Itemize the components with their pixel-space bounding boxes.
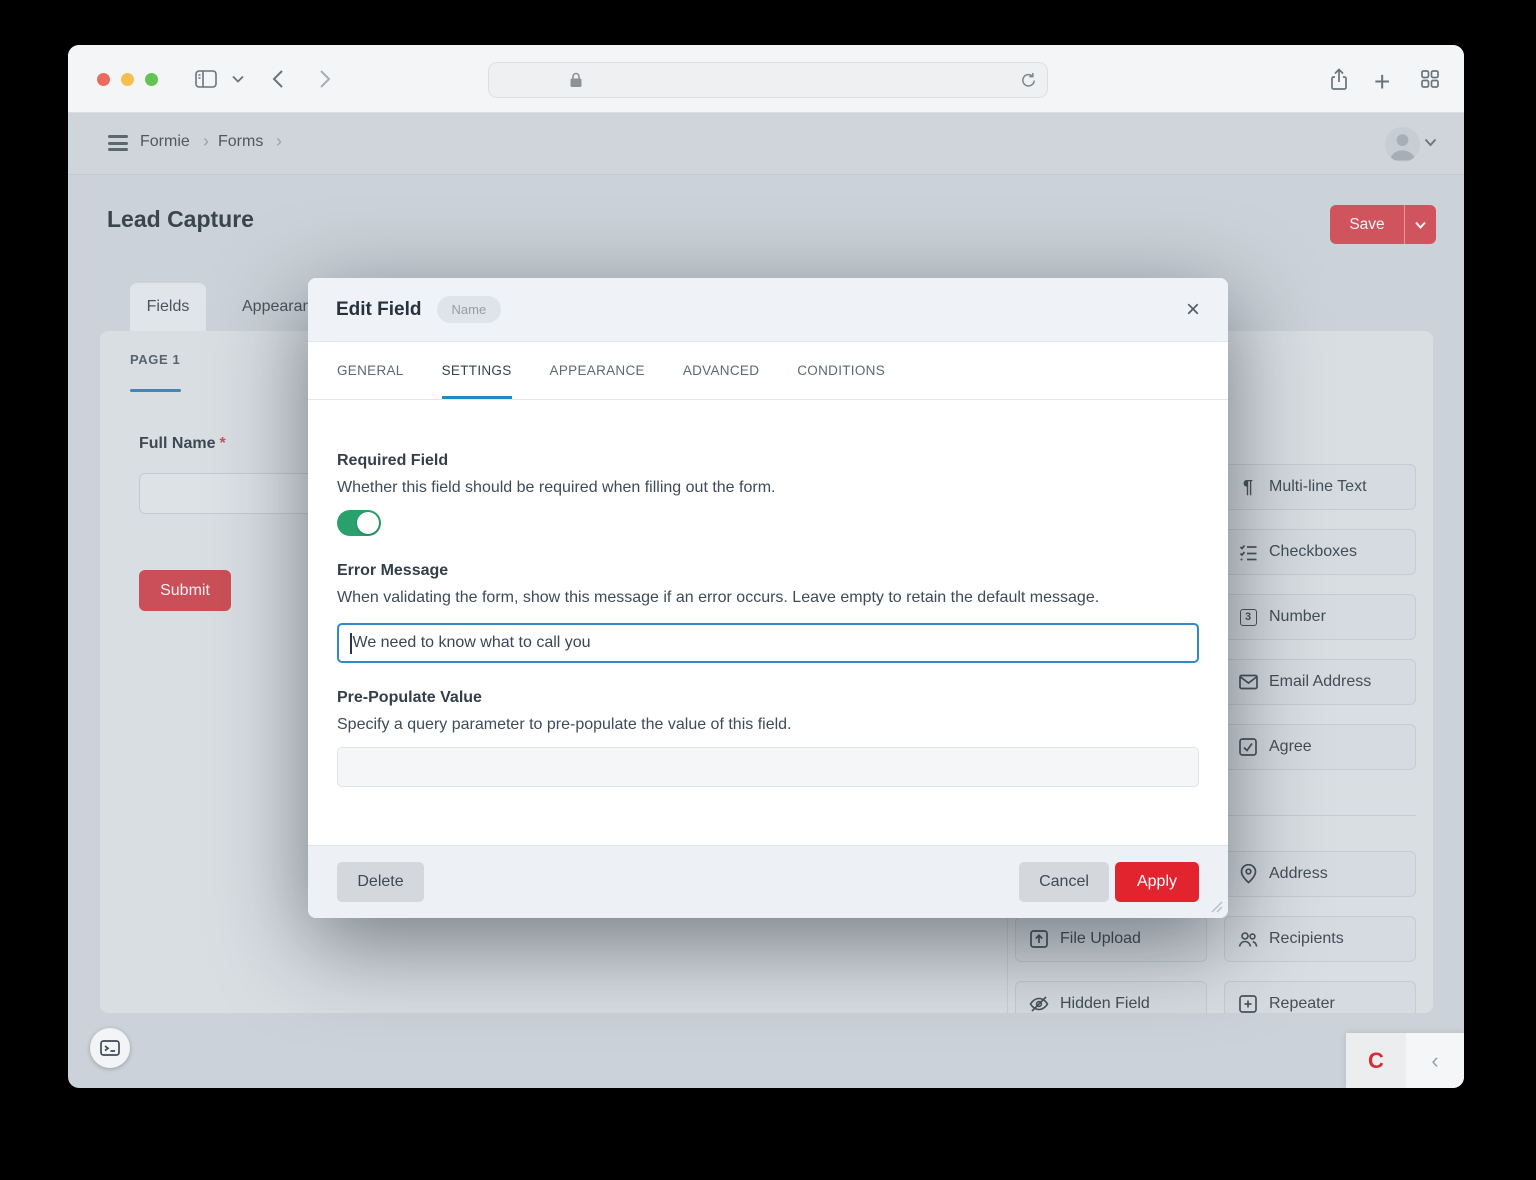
- breadcrumb-chevron-icon: ›: [203, 131, 209, 152]
- avatar[interactable]: [1385, 127, 1420, 162]
- craft-support-widget: C ‹: [1346, 1033, 1464, 1088]
- text-caret: [350, 633, 352, 654]
- map-pin-icon: [1238, 864, 1258, 884]
- palette-item-email-address[interactable]: Email Address: [1224, 659, 1416, 705]
- delete-button[interactable]: Delete: [337, 862, 424, 902]
- tab-overview-icon[interactable]: [1420, 69, 1440, 89]
- modal-tab-advanced[interactable]: ADVANCED: [683, 342, 759, 399]
- save-button[interactable]: Save: [1330, 205, 1405, 244]
- modal-tab-conditions[interactable]: CONDITIONS: [797, 342, 885, 399]
- required-field-toggle[interactable]: [337, 510, 381, 536]
- error-message-value: We need to know what to call you: [353, 634, 591, 652]
- tab-fields[interactable]: Fields: [130, 283, 206, 331]
- chevron-left-icon[interactable]: ‹: [1406, 1033, 1464, 1088]
- modal-body: Required Field Whether this field should…: [308, 400, 1228, 787]
- palette-item-address[interactable]: Address: [1224, 851, 1416, 897]
- save-menu-button[interactable]: [1405, 205, 1436, 244]
- modal-tab-bar: GENERAL SETTINGS APPEARANCE ADVANCED CON…: [308, 342, 1228, 400]
- traffic-light-zoom[interactable]: [145, 73, 158, 86]
- palette-item-hidden-field[interactable]: Hidden Field: [1015, 981, 1207, 1013]
- palette-item-repeater[interactable]: Repeater: [1224, 981, 1416, 1013]
- sidebar-toggle-icon[interactable]: [194, 68, 218, 90]
- required-field-description: Whether this field should be required wh…: [337, 475, 1199, 500]
- prepopulate-label: Pre-Populate Value: [337, 689, 1199, 707]
- modal-footer: Delete Cancel Apply: [308, 845, 1228, 918]
- error-message-label: Error Message: [337, 562, 1199, 580]
- prepopulate-group: Pre-Populate Value Specify a query param…: [337, 689, 1199, 787]
- apply-button[interactable]: Apply: [1115, 862, 1199, 902]
- edit-field-modal: Edit Field Name × GENERAL SETTINGS APPEA…: [308, 278, 1228, 918]
- checklist-icon: [1238, 542, 1258, 562]
- eye-slash-icon: [1029, 994, 1049, 1013]
- required-asterisk: *: [219, 435, 225, 452]
- address-bar[interactable]: [488, 62, 1048, 98]
- prepopulate-description: Specify a query parameter to pre-populat…: [337, 712, 1199, 737]
- tab-page-1[interactable]: PAGE 1: [130, 352, 180, 367]
- forward-icon[interactable]: [319, 69, 331, 89]
- people-icon: [1238, 929, 1258, 949]
- chevron-down-icon: [1415, 221, 1426, 229]
- breadcrumb-item-forms[interactable]: Forms: [218, 133, 263, 151]
- palette-item-file-upload[interactable]: File Upload: [1015, 916, 1207, 962]
- error-message-description: When validating the form, show this mess…: [337, 585, 1199, 610]
- debug-toolbar-button[interactable]: [90, 1028, 130, 1068]
- breadcrumb-item-formie[interactable]: Formie: [140, 133, 190, 151]
- error-message-group: Error Message When validating the form, …: [337, 562, 1199, 663]
- lock-icon: [568, 71, 584, 89]
- terminal-icon: [99, 1038, 121, 1058]
- close-icon[interactable]: ×: [1186, 298, 1200, 322]
- traffic-light-close[interactable]: [97, 73, 110, 86]
- checkbox-icon: [1238, 737, 1258, 757]
- resize-handle[interactable]: [1209, 899, 1223, 913]
- traffic-light-minimize[interactable]: [121, 73, 134, 86]
- field-label-full-name: Full Name*: [139, 435, 226, 453]
- palette-item-recipients[interactable]: Recipients: [1224, 916, 1416, 962]
- craft-logo[interactable]: C: [1346, 1033, 1406, 1088]
- number-icon: 3: [1238, 607, 1258, 627]
- envelope-icon: [1238, 672, 1258, 692]
- field-type-badge: Name: [437, 296, 502, 323]
- sidebar-chevron-down-icon[interactable]: [232, 75, 244, 83]
- breadcrumb-chevron-icon: ›: [276, 131, 282, 152]
- reload-icon[interactable]: [1020, 71, 1037, 89]
- error-message-input[interactable]: We need to know what to call you: [337, 623, 1199, 663]
- prepopulate-input[interactable]: [337, 747, 1199, 787]
- modal-title: Edit Field: [336, 299, 422, 321]
- cancel-button[interactable]: Cancel: [1019, 862, 1109, 902]
- back-icon[interactable]: [272, 69, 284, 89]
- save-button-group: Save: [1330, 205, 1436, 244]
- palette-item-multi-line-text[interactable]: ¶ Multi-line Text: [1224, 464, 1416, 510]
- palette-item-number[interactable]: 3 Number: [1224, 594, 1416, 640]
- account-chevron-down-icon[interactable]: [1424, 138, 1437, 147]
- required-field-group: Required Field Whether this field should…: [337, 452, 1199, 536]
- page-title: Lead Capture: [107, 206, 254, 233]
- palette-item-agree[interactable]: Agree: [1224, 724, 1416, 770]
- required-field-label: Required Field: [337, 452, 1199, 470]
- toggle-knob: [357, 512, 379, 534]
- repeater-icon: [1238, 994, 1258, 1013]
- browser-toolbar: +: [68, 45, 1464, 113]
- upload-icon: [1029, 929, 1049, 949]
- modal-header: Edit Field Name ×: [308, 278, 1228, 342]
- browser-window: + Formie › Forms › Lead Capture Save Fie…: [68, 45, 1464, 1088]
- submit-button[interactable]: Submit: [139, 570, 231, 611]
- modal-tab-settings[interactable]: SETTINGS: [442, 342, 512, 399]
- page-tab-underline: [130, 389, 181, 392]
- palette-item-checkboxes[interactable]: Checkboxes: [1224, 529, 1416, 575]
- breadcrumb: Formie › Forms ›: [68, 113, 1464, 175]
- hamburger-menu-icon[interactable]: [108, 135, 128, 151]
- modal-tab-appearance[interactable]: APPEARANCE: [550, 342, 645, 399]
- modal-tab-general[interactable]: GENERAL: [337, 342, 404, 399]
- pilcrow-icon: ¶: [1238, 477, 1258, 497]
- share-icon[interactable]: [1328, 67, 1350, 93]
- new-tab-icon[interactable]: +: [1374, 66, 1390, 98]
